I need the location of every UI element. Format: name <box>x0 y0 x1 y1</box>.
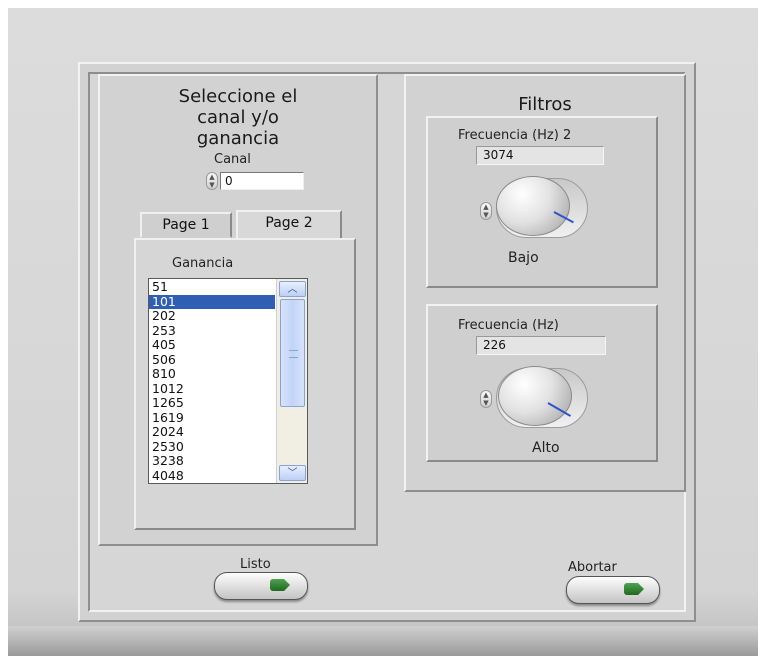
panel-title-line2: canal y/o <box>197 107 279 128</box>
ganancia-list-item[interactable]: 202 <box>149 309 275 324</box>
ganancia-list-item[interactable]: 2530 <box>149 439 275 455</box>
ganancia-items: 51 101 202 253 405 506 810 1012 1265 1619 2024 2530… <box>149 280 275 483</box>
filters-title: Filtros <box>518 94 572 115</box>
ganancia-list-item[interactable]: 506 <box>149 352 275 368</box>
ganancia-list-item[interactable]: 810 <box>149 367 275 382</box>
abortar-button-body[interactable] <box>566 576 660 604</box>
listo-button[interactable] <box>214 572 308 602</box>
ganancia-list-item[interactable]: 1265 <box>149 396 275 411</box>
panel-title-line3: ganancia <box>196 128 280 149</box>
scroll-grip-icon <box>289 350 298 358</box>
bajo-label: Bajo <box>508 250 539 266</box>
ganancia-list-item[interactable]: 101 <box>149 294 275 309</box>
ganancia-list-item[interactable]: 405 <box>149 338 275 353</box>
tab-page-1[interactable]: Page 1 <box>140 212 232 238</box>
canal-increment-decrement[interactable]: ▲ ▼ <box>206 172 218 190</box>
canal-input[interactable]: 0 <box>220 172 304 190</box>
panel-title-line1: Seleccione el <box>178 86 298 107</box>
scroll-thumb[interactable] <box>280 299 305 407</box>
alto-label: Alto <box>532 440 560 456</box>
canal-label: Canal <box>214 152 251 167</box>
ganancia-list-item[interactable]: 3238 <box>149 454 275 469</box>
frecuencia-alto-indicator: 226 <box>476 336 606 355</box>
ganancia-scrollbar[interactable]: ︿ ﹀ <box>276 279 307 483</box>
ganancia-label: Ganancia <box>172 256 234 271</box>
listo-label: Listo <box>240 557 271 572</box>
window-bottom-edge <box>8 626 758 656</box>
scroll-up-button[interactable]: ︿ <box>279 281 306 297</box>
alto-knob[interactable] <box>498 366 572 426</box>
ganancia-listbox[interactable]: 51 101 202 253 405 506 810 1012 1265 1619 2024 2530… <box>148 278 308 484</box>
frecuencia-bajo-indicator: 3074 <box>476 146 604 165</box>
abortar-label: Abortar <box>568 560 617 575</box>
bajo-knob[interactable] <box>496 176 570 236</box>
frecuencia-alto-label: Frecuencia (Hz) <box>458 318 559 333</box>
abortar-button[interactable] <box>566 576 660 606</box>
ganancia-list-item[interactable]: 253 <box>149 323 275 339</box>
ganancia-list-item[interactable]: 2024 <box>149 425 275 440</box>
ganancia-list-item[interactable]: 51 <box>149 280 275 295</box>
scroll-down-button[interactable]: ﹀ <box>279 465 306 481</box>
listo-button-body[interactable] <box>214 572 308 600</box>
tab-page-2[interactable]: Page 2 <box>236 210 342 240</box>
frecuencia-bajo-label: Frecuencia (Hz) 2 <box>458 128 572 143</box>
ganancia-list-item[interactable]: 1012 <box>149 381 275 397</box>
bajo-knob-increment-decrement[interactable]: ▲ ▼ <box>480 202 492 220</box>
ganancia-list-item[interactable]: 1619 <box>149 410 275 426</box>
ganancia-list-item[interactable]: 4048 <box>149 468 275 484</box>
alto-knob-increment-decrement[interactable]: ▲ ▼ <box>480 390 492 408</box>
